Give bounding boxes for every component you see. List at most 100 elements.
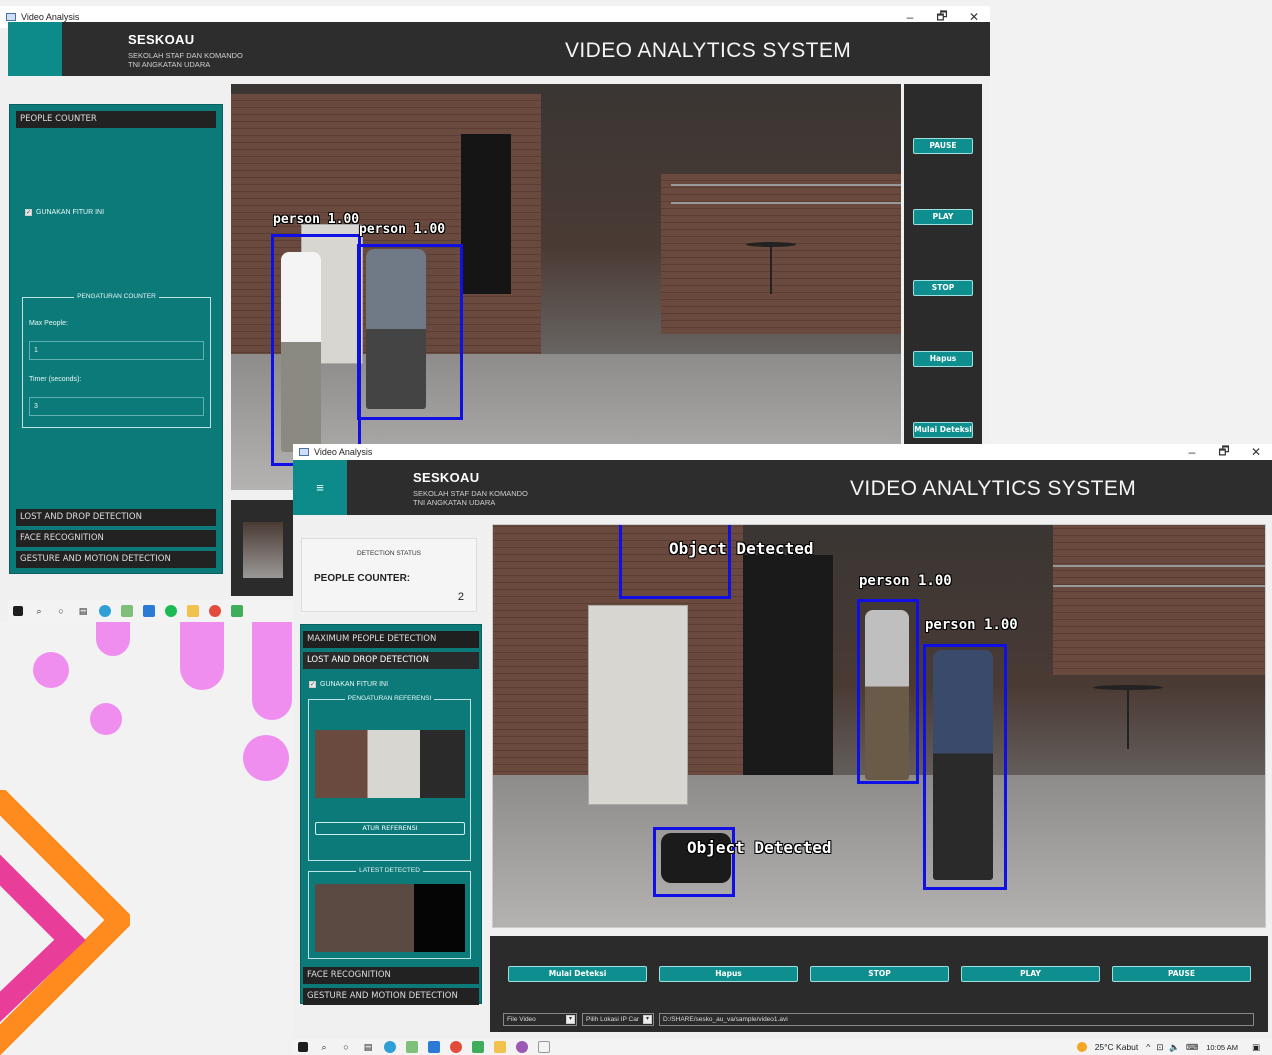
feature-panel: MAXIMUM PEOPLE DETECTION LOST AND DROP D…: [300, 624, 482, 1005]
folder-icon[interactable]: [187, 605, 199, 617]
video-feed: Object Detected Object Detected person 1…: [492, 524, 1266, 928]
use-feature-checkbox[interactable]: ✓ GUNAKAN FITUR INI: [25, 209, 104, 216]
max-people-input[interactable]: 1: [29, 341, 204, 360]
use-feature-checkbox[interactable]: ✓ GUNAKAN FITUR INI: [309, 681, 388, 688]
section-people-counter[interactable]: PEOPLE COUNTER: [16, 111, 216, 128]
volume-icon[interactable]: 🔈: [1169, 1042, 1180, 1053]
app-header: SESKOAU SEKOLAH STAF DAN KOMANDO TNI ANG…: [8, 22, 990, 76]
vscode-icon[interactable]: [143, 605, 155, 617]
reference-settings-group: PENGATURAN REFERENSI ATUR REFERENSI: [308, 695, 471, 861]
video-path-input[interactable]: D:/SHARE/sesko_au_va/sample/video1.avi: [659, 1013, 1254, 1026]
brand-title: SESKOAU: [128, 32, 195, 47]
detection-status-box: DETECTION STATUS PEOPLE COUNTER: 2: [301, 538, 477, 612]
task-view-icon[interactable]: ▤: [362, 1041, 374, 1053]
app-icon[interactable]: [472, 1041, 484, 1053]
video-thumbnail[interactable]: [243, 522, 283, 578]
decorative-chevron-icon: [0, 790, 130, 1055]
thumbnail-strip: [231, 500, 295, 596]
section-face-recognition[interactable]: FACE RECOGNITION: [16, 530, 216, 547]
source-select[interactable]: File Video ▾: [503, 1013, 577, 1026]
status-title: DETECTION STATUS: [356, 550, 422, 557]
edge-icon[interactable]: [99, 605, 111, 617]
keyboard-icon[interactable]: ⌨: [1186, 1042, 1198, 1053]
start-detection-button[interactable]: Mulai Deteksi: [913, 422, 973, 438]
pause-button[interactable]: PAUSE: [913, 138, 973, 154]
chrome-icon[interactable]: [450, 1041, 462, 1053]
media-icon[interactable]: [516, 1041, 528, 1053]
weather-icon[interactable]: [1076, 1042, 1087, 1052]
person-bounding-box: [857, 599, 919, 784]
decorative-dot: [243, 735, 289, 781]
hamburger-icon: ≡: [316, 480, 324, 495]
section-lost-drop[interactable]: LOST AND DROP DETECTION: [303, 652, 479, 669]
search-icon[interactable]: ⌕: [33, 605, 45, 617]
title-bar: Video Analysis – 🗗 ✕: [293, 444, 1272, 460]
task-view-icon[interactable]: ▤: [77, 605, 89, 617]
clock[interactable]: 10:05 AM: [1206, 1043, 1238, 1052]
checkbox-icon: ✓: [25, 209, 32, 216]
chrome-icon[interactable]: [209, 605, 221, 617]
timer-input[interactable]: 3: [29, 397, 204, 416]
section-face-recognition[interactable]: FACE RECOGNITION: [303, 967, 479, 984]
object-bounding-box: [619, 525, 731, 599]
latest-detected-image: [315, 884, 465, 952]
chevron-down-icon: ▾: [643, 1015, 652, 1024]
play-button[interactable]: PLAY: [961, 966, 1100, 982]
vscode-icon[interactable]: [428, 1041, 440, 1053]
section-gesture-motion[interactable]: GESTURE AND MOTION DETECTION: [16, 551, 216, 568]
brand-title: SESKOAU: [413, 470, 480, 485]
group-title: PENGATURAN REFERENSI: [344, 695, 435, 702]
search-icon[interactable]: ⌕: [318, 1041, 330, 1053]
set-reference-button[interactable]: ATUR REFERENSI: [315, 822, 465, 835]
detection-label: person 1.00: [859, 573, 952, 589]
edge-icon[interactable]: [384, 1041, 396, 1053]
ip-camera-select[interactable]: Pilih Lokasi IP Car ▾: [582, 1013, 654, 1026]
start-detection-button[interactable]: Mulai Deteksi: [508, 966, 647, 982]
delete-button[interactable]: Hapus: [913, 351, 973, 367]
windows-icon[interactable]: [298, 1042, 308, 1052]
menu-block[interactable]: [8, 22, 62, 76]
section-max-people[interactable]: MAXIMUM PEOPLE DETECTION: [303, 631, 479, 648]
network-icon[interactable]: ⊡: [1156, 1042, 1163, 1053]
app-icon[interactable]: [538, 1041, 550, 1053]
app-icon: [6, 13, 16, 21]
brand-subtitle: SEKOLAH STAF DAN KOMANDO TNI ANGKATAN UD…: [128, 51, 243, 69]
section-lost-drop[interactable]: LOST AND DROP DETECTION: [16, 509, 216, 526]
folder-icon[interactable]: [494, 1041, 506, 1053]
notepad-icon[interactable]: [121, 605, 133, 617]
cortana-icon[interactable]: ○: [340, 1041, 352, 1053]
control-panel: Mulai Deteksi Hapus STOP PLAY PAUSE File…: [490, 936, 1268, 1032]
play-button[interactable]: PLAY: [913, 209, 973, 225]
stop-button[interactable]: STOP: [810, 966, 949, 982]
menu-button[interactable]: ≡: [293, 460, 347, 515]
feature-panel: PEOPLE COUNTER ✓ GUNAKAN FITUR INI PENGA…: [9, 104, 223, 574]
notification-icon[interactable]: ▣: [1252, 1042, 1260, 1053]
video-feed: person 1.00 person 1.00: [231, 84, 901, 490]
taskbar: ⌕ ○ ▤ 25°C Kabut ^ ⊡ 🔈 ⌨ 10:05 AM ▣: [293, 1039, 1272, 1055]
pause-button[interactable]: PAUSE: [1112, 966, 1251, 982]
close-icon[interactable]: ✕: [1240, 445, 1272, 459]
max-people-label: Max People:: [29, 320, 68, 327]
group-title: LATEST DETECTED: [356, 867, 423, 874]
latest-detected-group: LATEST DETECTED: [308, 867, 471, 959]
taskbar-back: ⌕ ○ ▤: [8, 600, 293, 622]
windows-icon[interactable]: [13, 606, 23, 616]
notepad-icon[interactable]: [406, 1041, 418, 1053]
detection-label: person 1.00: [359, 222, 446, 237]
person-bounding-box: [923, 644, 1007, 890]
app-header: ≡ SESKOAU SEKOLAH STAF DAN KOMANDO TNI A…: [293, 460, 1272, 515]
cortana-icon[interactable]: ○: [55, 605, 67, 617]
weather-text[interactable]: 25°C Kabut: [1095, 1042, 1139, 1052]
detection-label: person 1.00: [273, 212, 360, 227]
stop-button[interactable]: STOP: [913, 280, 973, 296]
spotify-icon[interactable]: [165, 605, 177, 617]
tray-chevron-icon[interactable]: ^: [1146, 1042, 1150, 1052]
page-title: VIDEO ANALYTICS SYSTEM: [565, 39, 852, 62]
detection-label: Object Detected: [669, 539, 814, 558]
person-bounding-box: [357, 244, 463, 420]
page-title: VIDEO ANALYTICS SYSTEM: [850, 477, 1137, 500]
app-icon[interactable]: [231, 605, 243, 617]
minimize-icon[interactable]: –: [1176, 445, 1208, 459]
delete-button[interactable]: Hapus: [659, 966, 798, 982]
section-gesture-motion[interactable]: GESTURE AND MOTION DETECTION: [303, 988, 479, 1005]
